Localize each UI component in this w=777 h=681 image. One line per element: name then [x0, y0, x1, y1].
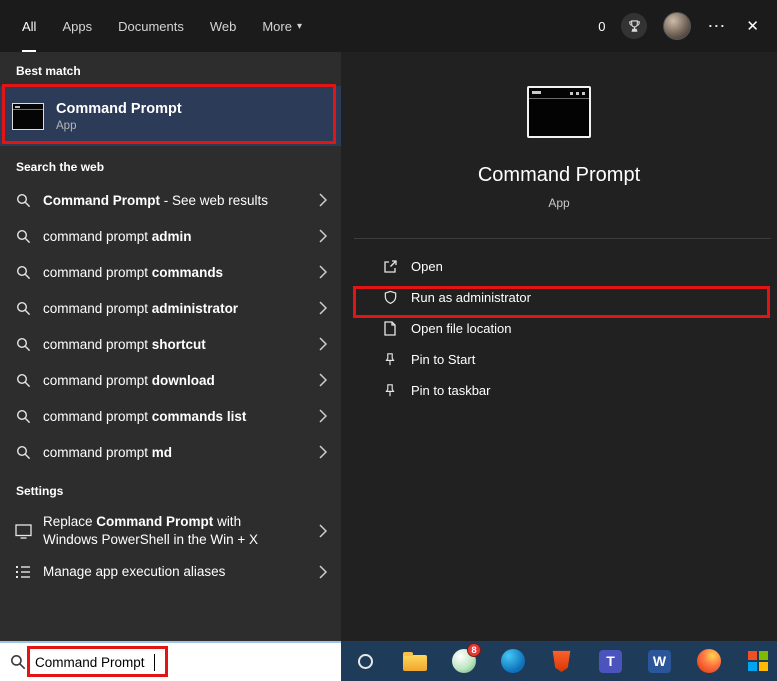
- cmd-titlebar-buttons: [582, 92, 585, 95]
- search-icon: [14, 337, 32, 352]
- action-open-file-location[interactable]: Open file location: [341, 313, 777, 344]
- office-icon[interactable]: [733, 641, 777, 681]
- command-prompt-icon: [12, 102, 44, 130]
- results-list-pane: Best match Command Prompt App Search the…: [0, 52, 341, 641]
- action-open-file-location-label: Open file location: [411, 321, 512, 336]
- chevron-right-icon[interactable]: [319, 265, 327, 279]
- rewards-count: 0: [598, 18, 606, 34]
- pin-icon: [381, 352, 399, 367]
- settings-header: Settings: [16, 484, 64, 498]
- chevron-right-icon[interactable]: [319, 373, 327, 387]
- setting-replace-command-prompt-powershell[interactable]: Replace Command Prompt with Windows Powe…: [0, 506, 341, 556]
- rewards-trophy-icon[interactable]: [621, 13, 648, 39]
- tab-documents[interactable]: Documents: [118, 0, 184, 52]
- setting-manage-app-execution-aliases[interactable]: Manage app execution aliases: [0, 556, 341, 588]
- search-icon: [14, 301, 32, 316]
- firefox-icon[interactable]: [684, 641, 733, 681]
- best-match-header: Best match: [16, 64, 81, 78]
- tab-all[interactable]: All: [22, 0, 37, 52]
- tab-apps-label: Apps: [62, 18, 93, 34]
- action-pin-to-start[interactable]: Pin to Start: [341, 344, 777, 375]
- action-open-label: Open: [411, 259, 443, 274]
- app-with-badge-icon[interactable]: 8: [439, 641, 488, 681]
- action-open[interactable]: Open: [341, 251, 777, 282]
- chevron-down-icon: ▾: [296, 20, 302, 32]
- cmd-titlebar-dash: [532, 91, 541, 94]
- chevron-right-icon[interactable]: [319, 229, 327, 243]
- file-explorer-icon[interactable]: [390, 641, 439, 681]
- action-pin-to-taskbar[interactable]: Pin to taskbar: [341, 375, 777, 406]
- result-preview-pane: Command Prompt App Open Run as administr…: [341, 52, 777, 641]
- chevron-right-icon[interactable]: [319, 193, 327, 207]
- chevron-right-icon[interactable]: [319, 565, 327, 579]
- pin-icon: [381, 383, 399, 398]
- chevron-right-icon[interactable]: [319, 301, 327, 315]
- options-ellipsis-icon[interactable]: ⋯: [707, 16, 726, 37]
- search-icon: [14, 373, 32, 388]
- suggestion-command-prompt-shortcut[interactable]: command prompt shortcut: [0, 326, 341, 362]
- suggestion-command-prompt-download[interactable]: command prompt download: [0, 362, 341, 398]
- shield-icon: [381, 290, 399, 305]
- search-icon: [10, 654, 26, 670]
- tab-documents-label: Documents: [118, 18, 184, 34]
- context-actions: Open Run as administrator Open file loca…: [341, 239, 777, 406]
- preview-app-title: Command Prompt: [477, 164, 641, 186]
- best-match-title: Command Prompt: [56, 100, 182, 117]
- cortana-icon[interactable]: [341, 641, 390, 681]
- search-icon: [14, 229, 32, 244]
- text-cursor: [153, 653, 155, 671]
- search-filter-tabs: All Apps Documents Web More ▾: [22, 0, 302, 52]
- notification-badge: 8: [467, 643, 481, 657]
- best-match-subtitle: App: [56, 119, 77, 132]
- best-match-item[interactable]: Command Prompt App: [0, 86, 341, 146]
- list-icon: [14, 565, 32, 579]
- chevron-right-icon[interactable]: [319, 445, 327, 459]
- close-icon[interactable]: ✕: [742, 13, 763, 39]
- taskbar-app-icons: 8 T W: [341, 641, 777, 681]
- user-avatar[interactable]: [663, 12, 692, 40]
- tab-apps[interactable]: Apps: [62, 0, 92, 52]
- tab-more-label: More: [262, 18, 292, 34]
- tab-web-label: Web: [209, 18, 237, 34]
- tab-web[interactable]: Web: [210, 0, 237, 52]
- app-hero: Command Prompt App: [341, 52, 777, 210]
- action-run-admin-label: Run as administrator: [411, 290, 531, 305]
- action-run-as-administrator[interactable]: Run as administrator: [341, 282, 777, 313]
- windows-start-search: All Apps Documents Web More ▾ 0 ⋯ ✕ Best…: [0, 0, 777, 681]
- suggestion-command-prompt-admin[interactable]: command prompt admin: [0, 218, 341, 254]
- word-icon[interactable]: W: [635, 641, 684, 681]
- action-pin-to-taskbar-label: Pin to taskbar: [411, 383, 491, 398]
- suggestion-command-prompt-md[interactable]: command prompt md: [0, 434, 341, 470]
- search-icon: [14, 193, 32, 208]
- terminal-window-icon: [14, 523, 32, 539]
- suggestion-see-web-results[interactable]: Command Prompt - See web results: [0, 182, 341, 218]
- edge-icon[interactable]: [488, 641, 537, 681]
- suggestion-command-prompt-commands[interactable]: command prompt commands: [0, 254, 341, 290]
- search-the-web-header: Search the web: [16, 160, 105, 174]
- search-query-text: Command Prompt: [35, 654, 145, 670]
- search-results-body: Best match Command Prompt App Search the…: [0, 52, 777, 641]
- search-icon: [14, 445, 32, 460]
- file-location-icon: [381, 321, 399, 336]
- action-pin-to-start-label: Pin to Start: [411, 352, 476, 367]
- preview-app-subtitle: App: [548, 196, 570, 210]
- brave-icon[interactable]: [537, 641, 586, 681]
- tab-all-label: All: [22, 18, 37, 34]
- suggestion-command-prompt-commands-list[interactable]: command prompt commands list: [0, 398, 341, 434]
- open-launch-icon: [381, 259, 399, 274]
- search-icon: [14, 409, 32, 424]
- teams-icon[interactable]: T: [586, 641, 635, 681]
- windows-taskbar: Command Prompt 8 T W: [0, 641, 777, 681]
- tab-more[interactable]: More ▾: [262, 0, 302, 52]
- chevron-right-icon[interactable]: [319, 409, 327, 423]
- suggestion-command-prompt-administrator[interactable]: command prompt administrator: [0, 290, 341, 326]
- chevron-right-icon[interactable]: [319, 524, 327, 538]
- search-icon: [14, 265, 32, 280]
- chevron-right-icon[interactable]: [319, 337, 327, 351]
- topbar-right-controls: 0 ⋯ ✕: [598, 0, 763, 52]
- best-match-text: Command Prompt App: [56, 101, 182, 132]
- taskbar-search-input[interactable]: Command Prompt: [0, 641, 341, 681]
- search-topbar: All Apps Documents Web More ▾ 0 ⋯ ✕: [0, 0, 777, 52]
- command-prompt-icon-large: [527, 86, 591, 138]
